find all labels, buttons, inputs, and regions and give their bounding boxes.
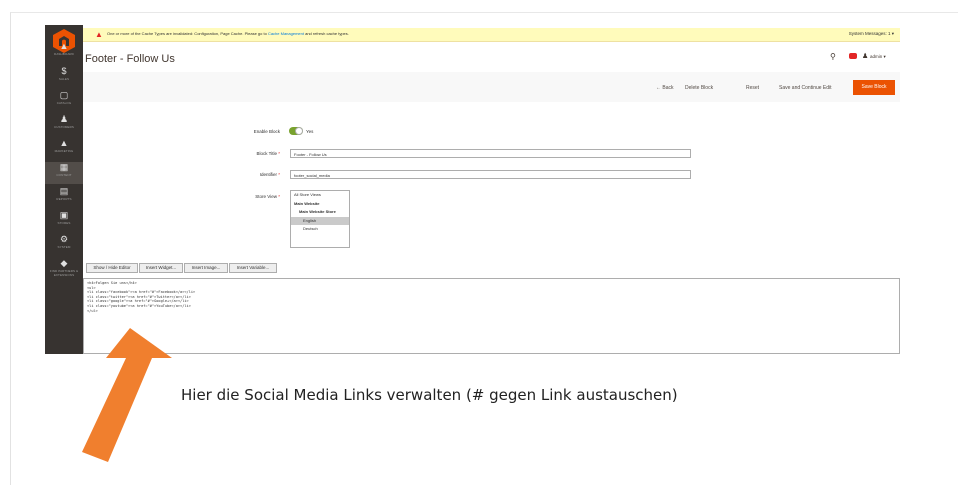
content-code: <h4>Folgen Sie uns</h4> <ul> <li class="…	[87, 281, 196, 313]
sidebar-item-catalog[interactable]: ▢ CATALOG	[45, 90, 83, 112]
enable-block-value: Yes	[306, 129, 314, 134]
sidebar-item-customers[interactable]: ♟ CUSTOMERS	[45, 114, 83, 136]
admin-sidebar: ▲ DASHBOARD $ SALES ▢ CATALOG ♟ CUSTOMERS ▲ MARKE…	[45, 25, 83, 354]
store-view-option[interactable]: All Store Views	[291, 191, 349, 200]
store-view-option[interactable]: Deutsch	[291, 225, 349, 234]
system-messages-dropdown[interactable]: System Messages: 1 ▾	[849, 31, 894, 37]
puzzle-icon: ◆	[60, 258, 68, 268]
store-view-option[interactable]: Main Website	[291, 200, 349, 209]
save-block-button[interactable]: Save Block	[853, 80, 895, 95]
store-icon: ▣	[59, 210, 69, 220]
annotation-caption: Hier die Social Media Links verwalten (#…	[181, 386, 678, 404]
box-icon: ▢	[59, 90, 69, 100]
header-actions: ⚲ ♟ admin ▾	[830, 52, 900, 64]
enable-block-label: Enable Block	[253, 129, 280, 134]
content-textarea[interactable]: <h4>Folgen Sie uns</h4> <ul> <li class="…	[83, 278, 900, 354]
sidebar-item-find[interactable]: ◆ FIND PARTNERS & EXTENSIONS	[45, 258, 83, 280]
sidebar-item-label: CATALOG	[56, 101, 72, 105]
show-hide-editor-button[interactable]: Show / Hide Editor	[86, 263, 138, 273]
user-menu[interactable]: admin ▾	[870, 54, 886, 60]
bar-chart-icon: ▤	[59, 186, 69, 196]
user-icon[interactable]: ♟	[862, 52, 868, 60]
enable-block-toggle[interactable]	[289, 127, 303, 135]
sidebar-item-reports[interactable]: ▤ REPORTS	[45, 186, 83, 208]
dollar-icon: $	[61, 66, 67, 76]
layout-icon: ▦	[59, 162, 69, 172]
page-title: Footer - Follow Us	[85, 53, 175, 65]
sidebar-item-label: FIND PARTNERS & EXTENSIONS	[49, 269, 79, 277]
block-title-label: Block Title *	[256, 151, 280, 156]
gear-icon: ⚙	[59, 234, 69, 244]
sidebar-item-label: SYSTEM	[57, 245, 71, 249]
sidebar-item-content[interactable]: ▦ CONTENT	[45, 162, 83, 184]
notifications-icon[interactable]	[849, 53, 857, 59]
sidebar-item-dashboard[interactable]: ▲ DASHBOARD	[45, 41, 83, 63]
sidebar-item-label: CONTENT	[56, 173, 72, 177]
block-title-input[interactable]: Footer - Follow Us	[290, 149, 691, 158]
store-view-option[interactable]: Main Website Store	[291, 208, 349, 217]
sidebar-item-label: CUSTOMERS	[53, 125, 74, 129]
store-view-label: Store View *	[255, 194, 280, 199]
store-view-option[interactable]: English	[291, 216, 349, 225]
sidebar-item-label: REPORTS	[56, 197, 72, 201]
back-button[interactable]: ← Back	[656, 85, 674, 91]
notice-message: One or more of the Cache Types are inval…	[107, 31, 349, 36]
sidebar-item-label: MARKETING	[54, 149, 74, 153]
sidebar-item-label: STORES	[57, 221, 71, 225]
identifier-input[interactable]: footer_social_media	[290, 170, 691, 179]
reset-button[interactable]: Reset	[746, 85, 759, 91]
cache-management-link[interactable]: Cache Management	[268, 31, 304, 36]
insert-widget-button[interactable]: Insert Widget...	[139, 263, 183, 273]
sidebar-item-sales[interactable]: $ SALES	[45, 66, 83, 88]
person-icon: ♟	[59, 114, 69, 124]
page-actions-bar: ← Back Delete Block Reset Save and Conti…	[83, 72, 900, 102]
identifier-label: Identifier *	[259, 172, 280, 177]
megaphone-icon: ▲	[59, 138, 69, 148]
search-icon[interactable]: ⚲	[830, 52, 836, 61]
annotation-arrow-icon	[82, 328, 172, 462]
delete-block-button[interactable]: Delete Block	[685, 85, 713, 91]
sidebar-item-stores[interactable]: ▣ STORES	[45, 210, 83, 232]
sidebar-item-label: SALES	[58, 77, 70, 81]
save-and-continue-button[interactable]: Save and Continue Edit	[779, 85, 832, 91]
store-view-multiselect[interactable]: All Store Views Main Website Main Website …	[290, 190, 350, 248]
warning-icon: ▲	[95, 30, 103, 39]
sidebar-item-marketing[interactable]: ▲ MARKETING	[45, 138, 83, 160]
system-notice-bar: ▲ One or more of the Cache Types are inv…	[83, 28, 900, 42]
sidebar-item-label: DASHBOARD	[54, 52, 74, 56]
sidebar-item-system[interactable]: ⚙ SYSTEM	[45, 234, 83, 256]
insert-variable-button[interactable]: Insert Variable...	[229, 263, 277, 273]
insert-image-button[interactable]: Insert Image...	[184, 263, 228, 273]
dashboard-icon: ▲	[59, 41, 69, 51]
